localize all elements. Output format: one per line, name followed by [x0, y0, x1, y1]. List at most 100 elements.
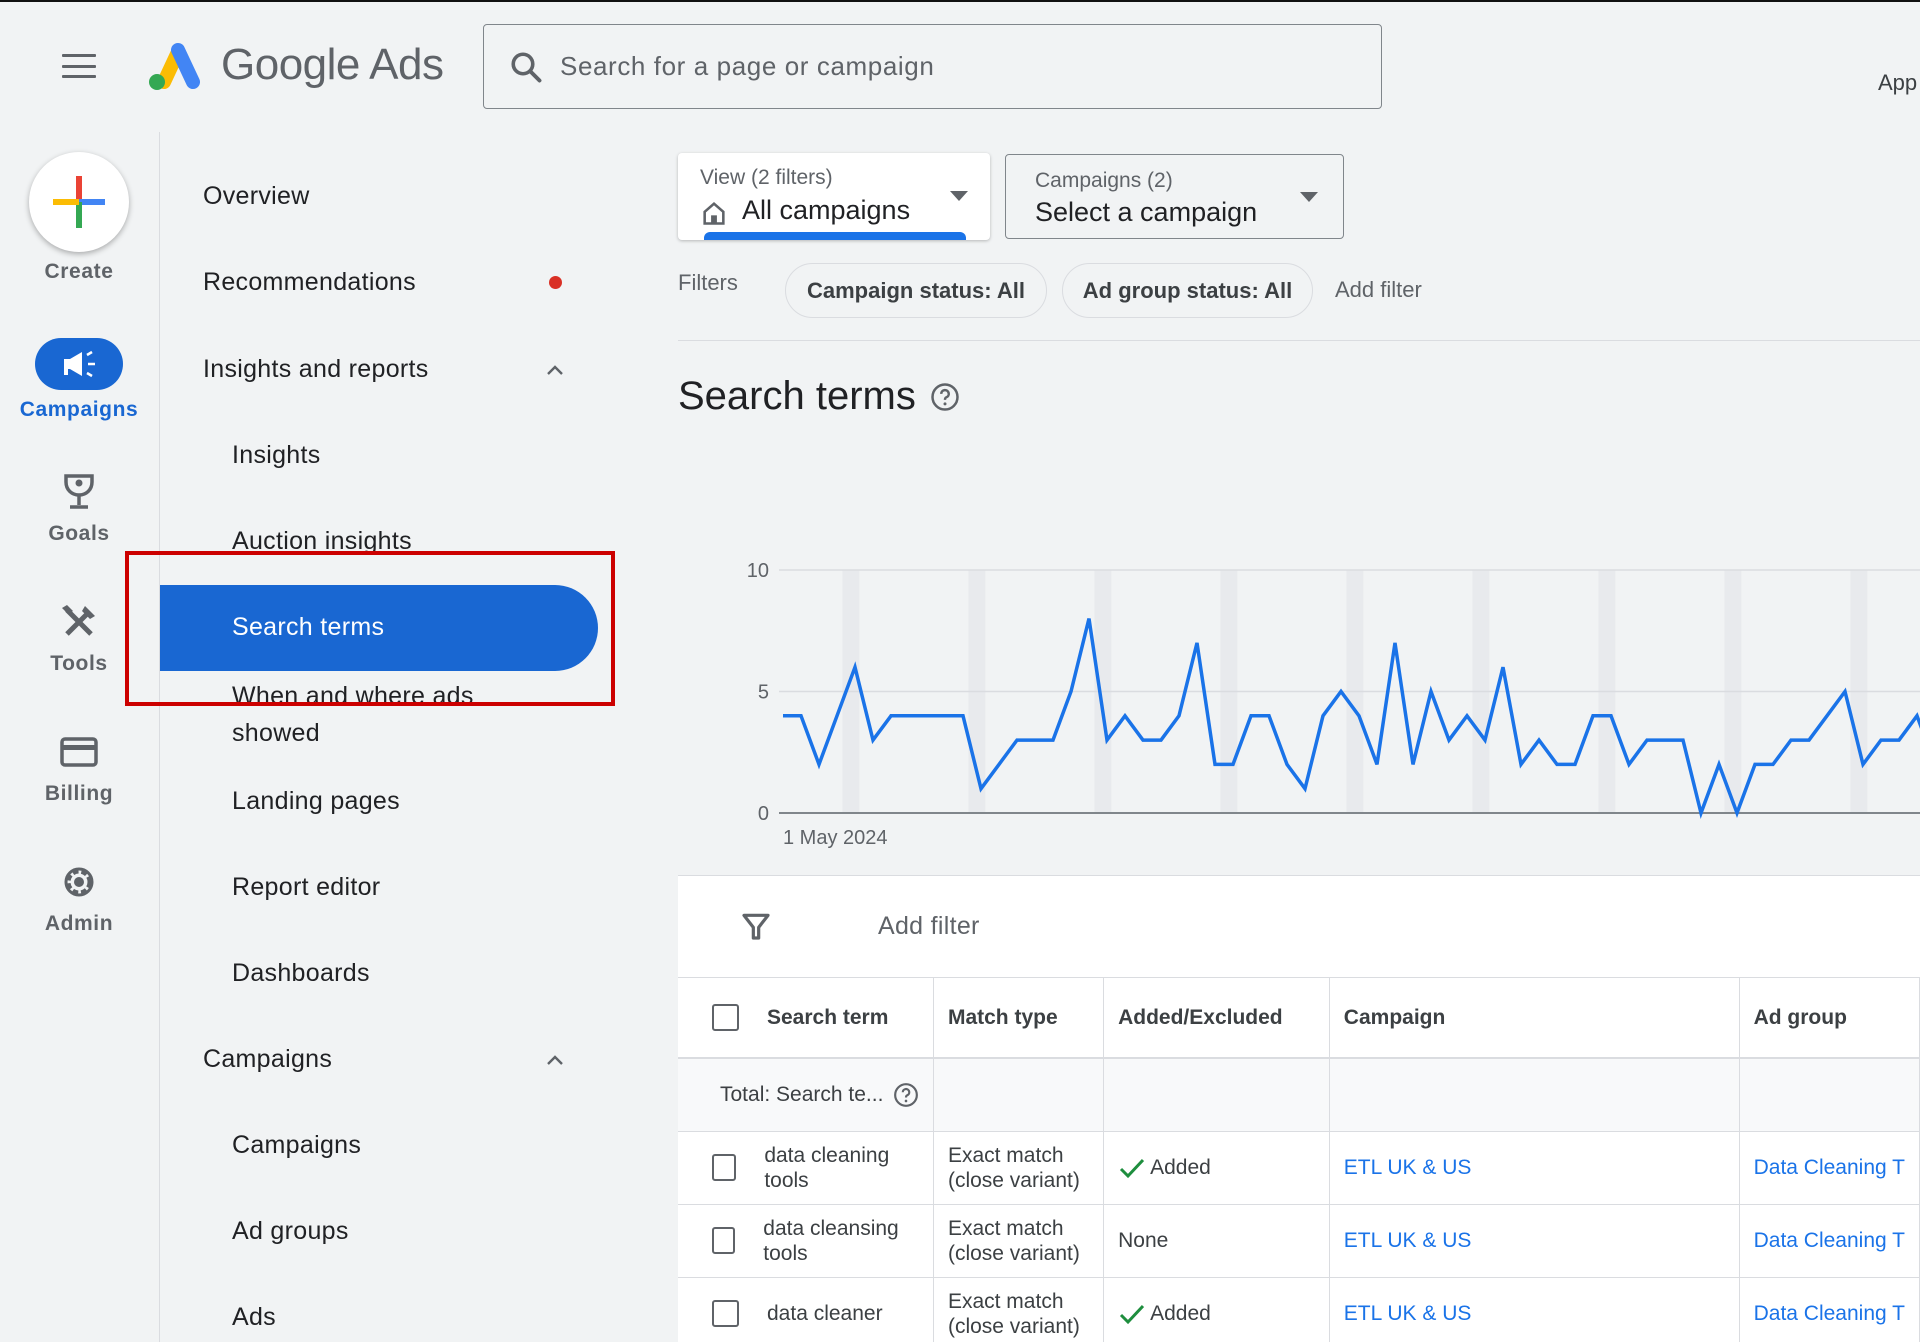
ad-group-link[interactable]: Data Cleaning T	[1754, 1156, 1905, 1179]
data-point[interactable]	[1101, 734, 1113, 746]
search-input[interactable]	[560, 51, 1360, 82]
data-point[interactable]	[1605, 710, 1617, 722]
filter-chip-ad-group-status[interactable]: Ad group status: All	[1062, 263, 1313, 318]
data-point[interactable]	[1641, 734, 1653, 746]
rail-item-billing[interactable]: Billing	[0, 730, 158, 806]
create-fab[interactable]	[29, 152, 129, 252]
data-point[interactable]	[1155, 734, 1167, 746]
data-point[interactable]	[1137, 734, 1149, 746]
data-point[interactable]	[849, 661, 861, 673]
table-row[interactable]: data cleaning tools Exact match (close va…	[678, 1131, 1920, 1205]
nav-landing-pages[interactable]: Landing pages	[232, 787, 400, 816]
col-added-excluded[interactable]: Added/Excluded	[1103, 978, 1330, 1059]
data-point[interactable]	[903, 710, 915, 722]
data-point[interactable]	[1335, 686, 1347, 698]
nav-when-where-ads-showed[interactable]: When and where ads showed	[232, 682, 474, 748]
rail-item-campaigns[interactable]: Campaigns	[0, 338, 158, 422]
col-ad-group[interactable]: Ad group	[1739, 978, 1920, 1059]
rail-item-admin[interactable]: Admin	[0, 860, 158, 936]
nav-insights-and-reports[interactable]: Insights and reports	[203, 355, 429, 384]
data-point[interactable]	[1191, 637, 1203, 649]
select-all-checkbox[interactable]	[712, 1004, 739, 1031]
data-point[interactable]	[1515, 758, 1527, 770]
data-point[interactable]	[1857, 758, 1869, 770]
nav-campaigns[interactable]: Campaigns	[232, 1131, 361, 1160]
data-point[interactable]	[1029, 734, 1041, 746]
data-point[interactable]	[1497, 661, 1509, 673]
nav-overview[interactable]: Overview	[203, 182, 310, 211]
search-bar[interactable]	[483, 24, 1382, 109]
nav-ads[interactable]: Ads	[232, 1303, 276, 1332]
table-add-filter[interactable]: Add filter	[878, 912, 980, 941]
help-icon[interactable]	[893, 1082, 919, 1108]
help-icon[interactable]	[930, 382, 960, 412]
row-checkbox[interactable]	[712, 1227, 736, 1254]
data-point[interactable]	[993, 758, 1005, 770]
data-point[interactable]	[1749, 758, 1761, 770]
campaign-link[interactable]: ETL UK & US	[1344, 1302, 1472, 1325]
data-point[interactable]	[1389, 637, 1401, 649]
data-point[interactable]	[975, 783, 987, 795]
data-point[interactable]	[1659, 734, 1671, 746]
data-point[interactable]	[1767, 758, 1779, 770]
data-point[interactable]	[1893, 734, 1905, 746]
data-point[interactable]	[1245, 710, 1257, 722]
data-point[interactable]	[1047, 734, 1059, 746]
campaign-link[interactable]: ETL UK & US	[1344, 1156, 1472, 1179]
appearance-label[interactable]: App	[1878, 70, 1917, 96]
nav-recommendations[interactable]: Recommendations	[203, 268, 416, 297]
data-point[interactable]	[1317, 710, 1329, 722]
row-checkbox[interactable]	[712, 1300, 739, 1327]
data-point[interactable]	[777, 710, 789, 722]
table-row[interactable]: data cleaner Exact match (close variant) A…	[678, 1277, 1920, 1342]
data-point[interactable]	[1677, 734, 1689, 746]
rail-item-goals[interactable]: Goals	[0, 470, 158, 546]
data-point[interactable]	[1587, 710, 1599, 722]
chevron-up-icon[interactable]	[543, 359, 567, 383]
nav-ad-groups[interactable]: Ad groups	[232, 1217, 349, 1246]
data-point[interactable]	[1263, 710, 1275, 722]
data-point[interactable]	[957, 710, 969, 722]
data-point[interactable]	[1479, 734, 1491, 746]
rail-item-tools[interactable]: Tools	[0, 600, 158, 676]
nav-dashboards[interactable]: Dashboards	[232, 959, 370, 988]
data-point[interactable]	[1209, 758, 1221, 770]
data-point[interactable]	[1839, 686, 1851, 698]
nav-report-editor[interactable]: Report editor	[232, 873, 380, 902]
data-point[interactable]	[1371, 758, 1383, 770]
data-point[interactable]	[921, 710, 933, 722]
view-selector[interactable]: View (2 filters) All campaigns	[678, 153, 990, 240]
data-point[interactable]	[1353, 710, 1365, 722]
filter-icon[interactable]	[740, 910, 772, 942]
table-row[interactable]: data cleansing tools Exact match (close v…	[678, 1204, 1920, 1278]
create-button[interactable]: Create	[0, 152, 158, 284]
nav-search-terms[interactable]: Search terms	[160, 585, 598, 671]
data-point[interactable]	[1821, 710, 1833, 722]
data-point[interactable]	[831, 710, 843, 722]
data-point[interactable]	[885, 710, 897, 722]
data-point[interactable]	[1407, 758, 1419, 770]
data-point[interactable]	[1425, 686, 1437, 698]
ad-group-link[interactable]: Data Cleaning T	[1754, 1302, 1905, 1325]
nav-insights[interactable]: Insights	[232, 441, 321, 470]
data-point[interactable]	[1281, 758, 1293, 770]
campaign-link[interactable]: ETL UK & US	[1344, 1229, 1472, 1252]
data-point[interactable]	[1785, 734, 1797, 746]
data-point[interactable]	[1119, 710, 1131, 722]
data-point[interactable]	[1461, 710, 1473, 722]
data-point[interactable]	[939, 710, 951, 722]
data-point[interactable]	[867, 734, 879, 746]
nav-auction-insights[interactable]: Auction insights	[232, 527, 412, 556]
data-point[interactable]	[1875, 734, 1887, 746]
data-point[interactable]	[1551, 758, 1563, 770]
data-point[interactable]	[1695, 807, 1707, 819]
campaigns-pill[interactable]	[35, 338, 123, 390]
nav-campaigns-section[interactable]: Campaigns	[203, 1045, 332, 1074]
data-point[interactable]	[1173, 710, 1185, 722]
col-search-term[interactable]: Search term	[678, 978, 934, 1059]
main-menu-button[interactable]	[60, 50, 98, 82]
filter-chip-campaign-status[interactable]: Campaign status: All	[785, 263, 1047, 318]
campaign-selector[interactable]: Campaigns (2) Select a campaign	[1005, 154, 1344, 239]
data-point[interactable]	[1623, 758, 1635, 770]
data-point[interactable]	[1299, 783, 1311, 795]
